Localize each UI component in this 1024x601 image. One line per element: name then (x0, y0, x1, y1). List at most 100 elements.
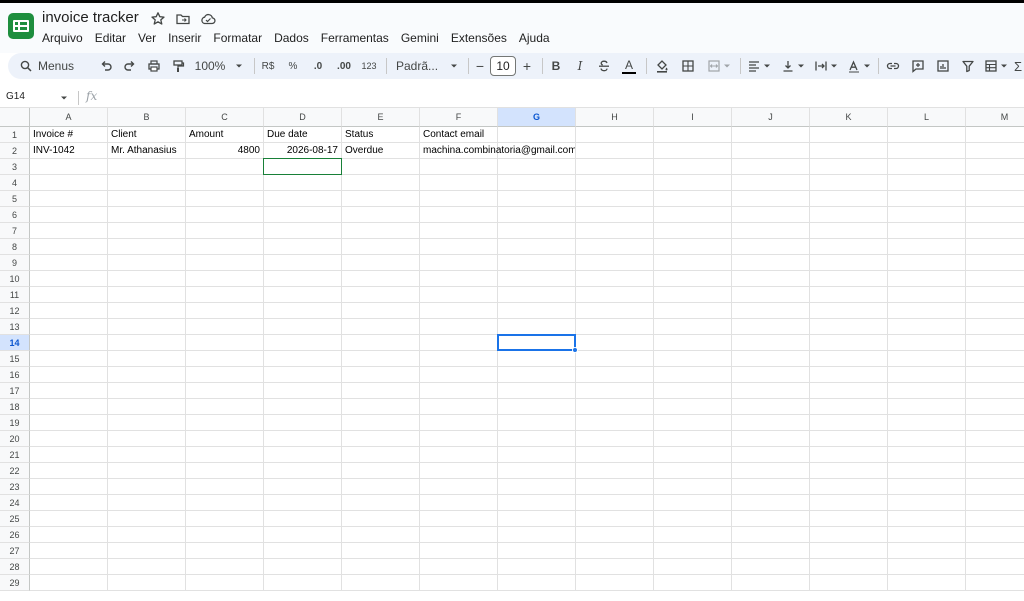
row-header-15[interactable]: 15 (0, 351, 30, 367)
paint-format-button[interactable] (168, 53, 188, 79)
cell-h1[interactable] (576, 127, 654, 143)
cell-j6[interactable] (732, 207, 810, 223)
cell-d24[interactable] (264, 495, 342, 511)
cell-j8[interactable] (732, 239, 810, 255)
cell-a5[interactable] (30, 191, 108, 207)
cell-c25[interactable] (186, 511, 264, 527)
cell-f8[interactable] (420, 239, 498, 255)
cell-b29[interactable] (108, 575, 186, 591)
cell-b24[interactable] (108, 495, 186, 511)
cell-d21[interactable] (264, 447, 342, 463)
cell-j1[interactable] (732, 127, 810, 143)
row-header-2[interactable]: 2 (0, 143, 30, 159)
cell-h20[interactable] (576, 431, 654, 447)
cell-a22[interactable] (30, 463, 108, 479)
column-header-b[interactable]: B (108, 108, 186, 127)
cell-c10[interactable] (186, 271, 264, 287)
cell-j22[interactable] (732, 463, 810, 479)
cell-e20[interactable] (342, 431, 420, 447)
cell-a12[interactable] (30, 303, 108, 319)
cell-f12[interactable] (420, 303, 498, 319)
menu-arquivo[interactable]: Arquivo (36, 28, 89, 48)
cell-c18[interactable] (186, 399, 264, 415)
cell-d14[interactable] (264, 335, 342, 351)
insert-comment-button[interactable] (907, 53, 929, 79)
cell-f5[interactable] (420, 191, 498, 207)
cell-j18[interactable] (732, 399, 810, 415)
cell-l17[interactable] (888, 383, 966, 399)
row-header-23[interactable]: 23 (0, 479, 30, 495)
cell-g12[interactable] (498, 303, 576, 319)
name-box-dropdown-icon[interactable] (60, 94, 68, 102)
cell-d17[interactable] (264, 383, 342, 399)
cell-e23[interactable] (342, 479, 420, 495)
cell-d8[interactable] (264, 239, 342, 255)
cell-e28[interactable] (342, 559, 420, 575)
cell-g22[interactable] (498, 463, 576, 479)
row-header-21[interactable]: 21 (0, 447, 30, 463)
cell-g21[interactable] (498, 447, 576, 463)
cell-b19[interactable] (108, 415, 186, 431)
insert-link-button[interactable] (882, 53, 904, 79)
cell-a19[interactable] (30, 415, 108, 431)
cell-f16[interactable] (420, 367, 498, 383)
cell-c2[interactable]: 4800 (186, 143, 264, 159)
cell-j21[interactable] (732, 447, 810, 463)
cell-i23[interactable] (654, 479, 732, 495)
cell-g1[interactable] (498, 127, 576, 143)
cell-k26[interactable] (810, 527, 888, 543)
row-header-9[interactable]: 9 (0, 255, 30, 271)
cell-h25[interactable] (576, 511, 654, 527)
cell-b17[interactable] (108, 383, 186, 399)
row-header-11[interactable]: 11 (0, 287, 30, 303)
cell-d2[interactable]: 2026-08-17 (264, 143, 342, 159)
select-all-corner[interactable] (0, 108, 30, 127)
cell-g29[interactable] (498, 575, 576, 591)
cell-a21[interactable] (30, 447, 108, 463)
cell-d5[interactable] (264, 191, 342, 207)
cell-c29[interactable] (186, 575, 264, 591)
cell-m11[interactable] (966, 287, 1024, 303)
cell-f14[interactable] (420, 335, 498, 351)
cell-m29[interactable] (966, 575, 1024, 591)
cell-e7[interactable] (342, 223, 420, 239)
cell-i7[interactable] (654, 223, 732, 239)
bold-button[interactable]: B (546, 53, 566, 79)
cell-i8[interactable] (654, 239, 732, 255)
cell-c3[interactable] (186, 159, 264, 175)
cell-k28[interactable] (810, 559, 888, 575)
cell-g10[interactable] (498, 271, 576, 287)
cell-g13[interactable] (498, 319, 576, 335)
column-header-k[interactable]: K (810, 108, 888, 127)
cell-d18[interactable] (264, 399, 342, 415)
cell-b16[interactable] (108, 367, 186, 383)
cell-l21[interactable] (888, 447, 966, 463)
cell-f17[interactable] (420, 383, 498, 399)
functions-button[interactable]: Σ (1012, 53, 1024, 79)
row-header-4[interactable]: 4 (0, 175, 30, 191)
cell-h7[interactable] (576, 223, 654, 239)
cell-b5[interactable] (108, 191, 186, 207)
cell-i26[interactable] (654, 527, 732, 543)
cell-i6[interactable] (654, 207, 732, 223)
cell-f22[interactable] (420, 463, 498, 479)
cell-c21[interactable] (186, 447, 264, 463)
cell-c9[interactable] (186, 255, 264, 271)
cell-m3[interactable] (966, 159, 1024, 175)
menu-formatar[interactable]: Formatar (207, 28, 268, 48)
cell-h22[interactable] (576, 463, 654, 479)
cell-j16[interactable] (732, 367, 810, 383)
zoom-select[interactable]: 100% (194, 53, 244, 79)
cell-c7[interactable] (186, 223, 264, 239)
cell-m12[interactable] (966, 303, 1024, 319)
cell-h10[interactable] (576, 271, 654, 287)
cell-i15[interactable] (654, 351, 732, 367)
cell-g2[interactable] (498, 143, 576, 159)
cell-m22[interactable] (966, 463, 1024, 479)
cell-l3[interactable] (888, 159, 966, 175)
cell-m6[interactable] (966, 207, 1024, 223)
merge-cells-button[interactable] (703, 53, 735, 79)
cell-a26[interactable] (30, 527, 108, 543)
cell-g3[interactable] (498, 159, 576, 175)
cell-g5[interactable] (498, 191, 576, 207)
